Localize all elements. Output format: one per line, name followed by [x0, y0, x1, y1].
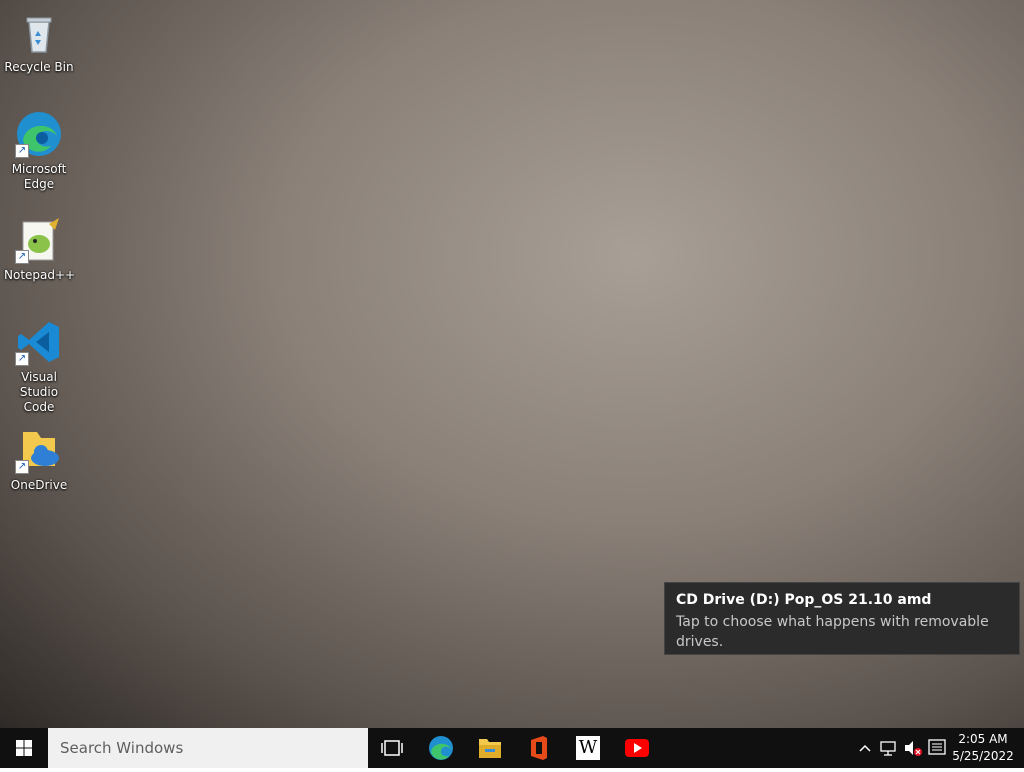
desktop-icon-label: OneDrive [10, 478, 68, 492]
desktop-icon-edge[interactable]: ↗ Microsoft Edge [4, 110, 74, 192]
desktop-icon-label: Notepad++ [4, 268, 76, 282]
task-view-icon [381, 740, 403, 756]
shortcut-arrow-icon: ↗ [15, 250, 29, 264]
wikipedia-icon: W [576, 736, 600, 760]
taskbar: Search Windows W 2:05 AM 5/25/2022 [0, 728, 1024, 768]
taskbar-office-button[interactable] [515, 728, 563, 768]
taskbar-youtube-button[interactable] [613, 728, 661, 768]
search-placeholder: Search Windows [60, 739, 184, 757]
notification-message: Tap to choose what happens with removabl… [676, 614, 989, 650]
show-hidden-icons-chevron-up-icon[interactable] [856, 728, 874, 768]
clock-time: 2:05 AM [958, 732, 1008, 746]
desktop-icon-label: Recycle Bin [4, 60, 74, 74]
desktop-background: Recycle Bin ↗ Microsoft Edge ↗ Notepad++ [0, 0, 1024, 728]
edge-icon: ↗ [15, 110, 63, 158]
taskbar-edge-button[interactable] [417, 728, 465, 768]
taskbar-clock[interactable]: 2:05 AM 5/25/2022 [946, 731, 1020, 765]
clock-date: 5/25/2022 [952, 749, 1014, 763]
shortcut-arrow-icon: ↗ [15, 352, 29, 366]
recycle-bin-icon [15, 8, 63, 56]
autoplay-notification[interactable]: CD Drive (D:) Pop_OS 21.10 amd Tap to ch… [664, 582, 1020, 655]
desktop-icon-vscode[interactable]: ↗ Visual Studio Code [4, 318, 74, 415]
office-icon [531, 736, 547, 760]
edge-icon [429, 736, 453, 760]
taskbar-wikipedia-button[interactable]: W [564, 728, 612, 768]
desktop-icon-label: Microsoft Edge [11, 162, 67, 191]
start-button[interactable] [0, 728, 48, 768]
notification-title: CD Drive (D:) Pop_OS 21.10 amd [676, 592, 932, 608]
onedrive-icon: ↗ [15, 426, 63, 474]
search-box[interactable]: Search Windows [48, 728, 368, 768]
notification-center-icon[interactable] [927, 728, 947, 768]
vscode-icon: ↗ [15, 318, 63, 366]
desktop-icon-recycle-bin[interactable]: Recycle Bin [4, 8, 74, 75]
volume-muted-icon[interactable] [902, 728, 924, 768]
notepad-plus-plus-icon: ↗ [15, 216, 63, 264]
desktop-icon-notepad-plus-plus[interactable]: ↗ Notepad++ [4, 216, 76, 283]
windows-logo-icon [16, 740, 32, 756]
desktop-icon-onedrive[interactable]: ↗ OneDrive [4, 426, 74, 493]
task-view-button[interactable] [368, 728, 416, 768]
desktop-icon-label: Visual Studio Code [19, 370, 59, 414]
taskbar-file-explorer-button[interactable] [466, 728, 514, 768]
file-explorer-icon [479, 739, 501, 758]
network-icon[interactable] [878, 728, 900, 768]
shortcut-arrow-icon: ↗ [15, 144, 29, 158]
shortcut-arrow-icon: ↗ [15, 460, 29, 474]
youtube-icon [625, 739, 649, 757]
